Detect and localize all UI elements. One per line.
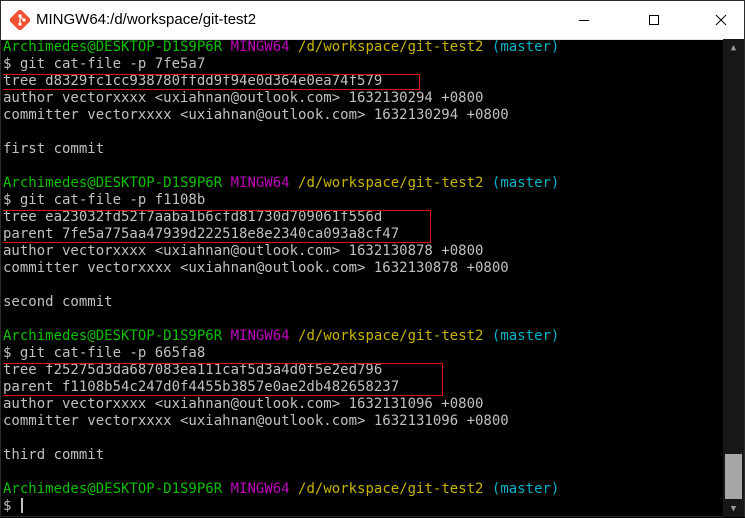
highlight-box — [3, 74, 420, 90]
close-button[interactable] — [698, 1, 744, 39]
terminal-output[interactable]: Archimedes@DESKTOP-D1S9P6R MINGW64 /d/wo… — [3, 39, 723, 518]
text-cursor — [20, 498, 23, 513]
prompt-user-host: Archimedes@DESKTOP-D1S9P6R — [3, 39, 223, 55]
prompt-user-host: Archimedes@DESKTOP-D1S9P6R — [3, 175, 223, 191]
committer-line: committer vectorxxxx <uxiahnan@outlook.c… — [3, 107, 509, 123]
maximize-icon — [649, 15, 659, 25]
scroll-down-icon: ▼ — [730, 503, 737, 514]
commit-message: first commit — [3, 141, 105, 157]
command-line: $ git cat-file -p 665fa8 — [3, 345, 206, 361]
prompt-branch: (master) — [491, 175, 560, 191]
commit-message: third commit — [3, 447, 105, 463]
prompt-line: Archimedes@DESKTOP-D1S9P6R MINGW64 /d/wo… — [3, 175, 559, 192]
prompt-path: /d/workspace/git-test2 — [298, 39, 484, 55]
author-line: author vectorxxxx <uxiahnan@outlook.com>… — [3, 243, 484, 259]
scroll-up-button[interactable]: ▲ — [723, 39, 744, 56]
title-bar[interactable]: MINGW64:/d/workspace/git-test2 — [1, 1, 744, 40]
highlight-box — [3, 363, 443, 396]
prompt-branch: (master) — [491, 328, 560, 344]
close-icon — [715, 14, 727, 26]
vertical-scrollbar[interactable]: ▲ ▼ — [723, 39, 744, 517]
prompt-env: MINGW64 — [230, 481, 290, 497]
prompt-env: MINGW64 — [230, 175, 290, 191]
scrollbar-thumb[interactable] — [725, 454, 742, 499]
prompt-user-host: Archimedes@DESKTOP-D1S9P6R — [3, 328, 223, 344]
prompt-user-host: Archimedes@DESKTOP-D1S9P6R — [3, 481, 223, 497]
minimize-icon — [579, 20, 589, 21]
minimize-button[interactable] — [561, 1, 607, 39]
committer-line: committer vectorxxxx <uxiahnan@outlook.c… — [3, 413, 509, 429]
input-line[interactable]: $ — [3, 498, 23, 515]
author-line: author vectorxxxx <uxiahnan@outlook.com>… — [3, 90, 484, 106]
scroll-down-button[interactable]: ▼ — [723, 500, 744, 517]
maximize-button[interactable] — [631, 1, 677, 39]
window-title: MINGW64:/d/workspace/git-test2 — [36, 11, 257, 28]
prompt-symbol: $ — [3, 498, 12, 514]
terminal-window: MINGW64:/d/workspace/git-test2 Archimede… — [0, 0, 745, 517]
prompt-path: /d/workspace/git-test2 — [298, 175, 484, 191]
prompt-env: MINGW64 — [230, 328, 290, 344]
author-line: author vectorxxxx <uxiahnan@outlook.com>… — [3, 396, 484, 412]
prompt-line: Archimedes@DESKTOP-D1S9P6R MINGW64 /d/wo… — [3, 328, 559, 345]
committer-line: committer vectorxxxx <uxiahnan@outlook.c… — [3, 260, 509, 276]
command-line: $ git cat-file -p f1108b — [3, 192, 206, 208]
prompt-path: /d/workspace/git-test2 — [298, 328, 484, 344]
highlight-box — [3, 210, 431, 243]
prompt-env: MINGW64 — [230, 39, 290, 55]
prompt-path: /d/workspace/git-test2 — [298, 481, 484, 497]
scroll-up-icon: ▲ — [730, 42, 737, 53]
prompt-branch: (master) — [491, 39, 560, 55]
prompt-line: Archimedes@DESKTOP-D1S9P6R MINGW64 /d/wo… — [3, 39, 559, 56]
commit-message: second commit — [3, 294, 113, 310]
prompt-line: Archimedes@DESKTOP-D1S9P6R MINGW64 /d/wo… — [3, 481, 559, 498]
command-line: $ git cat-file -p 7fe5a7 — [3, 56, 206, 72]
git-bash-icon — [10, 10, 30, 30]
prompt-branch: (master) — [491, 481, 560, 497]
